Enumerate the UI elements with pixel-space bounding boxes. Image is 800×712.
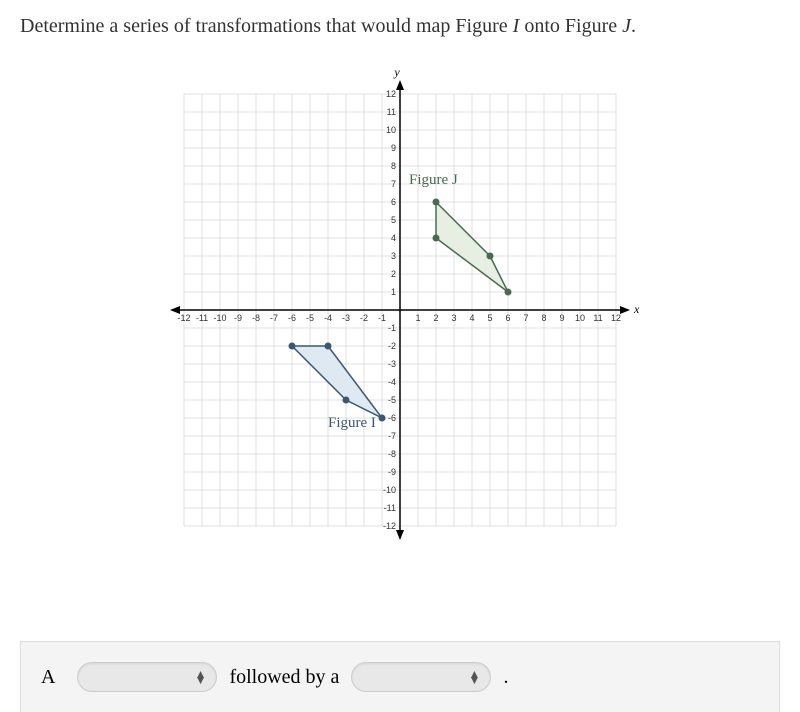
svg-text:-8: -8 [388, 449, 396, 459]
svg-text:-6: -6 [288, 313, 296, 323]
svg-text:1: 1 [391, 287, 396, 297]
svg-text:5: 5 [487, 313, 492, 323]
svg-text:11: 11 [387, 107, 396, 117]
svg-text:-10: -10 [383, 485, 396, 495]
chevron-updown-icon: ▲▼ [469, 671, 481, 683]
svg-text:6: 6 [505, 313, 510, 323]
svg-text:-11: -11 [384, 503, 396, 513]
svg-text:4: 4 [469, 313, 474, 323]
svg-text:-9: -9 [388, 467, 396, 477]
connector-text: followed by a [229, 666, 339, 689]
svg-text:8: 8 [391, 161, 396, 171]
svg-text:9: 9 [559, 313, 564, 323]
svg-text:6: 6 [391, 197, 396, 207]
svg-text:-9: -9 [234, 313, 242, 323]
svg-text:-2: -2 [360, 313, 368, 323]
svg-text:4: 4 [391, 233, 396, 243]
svg-text:12: 12 [386, 89, 396, 99]
svg-text:-3: -3 [388, 359, 396, 369]
svg-text:-11: -11 [196, 313, 208, 323]
svg-text:-12: -12 [177, 313, 190, 323]
svg-text:7: 7 [523, 313, 528, 323]
svg-text:-6: -6 [388, 413, 396, 423]
question-mid: onto Figure [519, 15, 622, 37]
question-suffix: . [631, 15, 636, 37]
svg-text:12: 12 [611, 313, 621, 323]
svg-text:2: 2 [391, 269, 396, 279]
svg-text:Figure I: Figure I [328, 415, 376, 431]
svg-text:-8: -8 [252, 313, 260, 323]
answer-period: . [503, 666, 508, 689]
svg-text:-7: -7 [270, 313, 278, 323]
svg-text:-12: -12 [383, 521, 396, 531]
svg-text:10: 10 [386, 125, 396, 135]
svg-text:-3: -3 [342, 313, 350, 323]
svg-text:-5: -5 [388, 395, 396, 405]
transformation-2-select[interactable]: ▲▼ [351, 662, 491, 692]
svg-text:-2: -2 [388, 341, 396, 351]
answer-area: A ▲▼ followed by a ▲▼ . [20, 641, 780, 712]
svg-text:-1: -1 [388, 323, 396, 333]
svg-text:x: x [633, 302, 640, 316]
question-prompt: Determine a series of transformations th… [20, 12, 780, 40]
figure-to: J [622, 15, 631, 37]
svg-text:7: 7 [391, 179, 396, 189]
question-prefix: Determine a series of transformations th… [20, 15, 513, 37]
svg-text:3: 3 [451, 313, 456, 323]
svg-text:11: 11 [593, 313, 602, 323]
svg-text:9: 9 [391, 143, 396, 153]
grid-svg: xy-12-11-10-9-8-7-6-5-4-3-2-112345678910… [140, 70, 660, 570]
svg-text:5: 5 [391, 215, 396, 225]
svg-text:y: y [393, 70, 400, 79]
svg-text:-7: -7 [388, 431, 396, 441]
svg-text:-1: -1 [378, 313, 386, 323]
svg-text:1: 1 [415, 313, 420, 323]
transformation-1-select[interactable]: ▲▼ [77, 662, 217, 692]
svg-text:10: 10 [575, 313, 585, 323]
coordinate-grid: xy-12-11-10-9-8-7-6-5-4-3-2-112345678910… [130, 70, 670, 570]
svg-text:8: 8 [541, 313, 546, 323]
svg-text:-4: -4 [388, 377, 396, 387]
svg-text:-4: -4 [324, 313, 332, 323]
svg-text:-5: -5 [306, 313, 314, 323]
svg-text:3: 3 [391, 251, 396, 261]
answer-label: A [41, 666, 55, 689]
chevron-updown-icon: ▲▼ [195, 671, 207, 683]
svg-text:-10: -10 [213, 313, 226, 323]
svg-text:Figure J: Figure J [409, 172, 458, 188]
svg-text:2: 2 [433, 313, 438, 323]
